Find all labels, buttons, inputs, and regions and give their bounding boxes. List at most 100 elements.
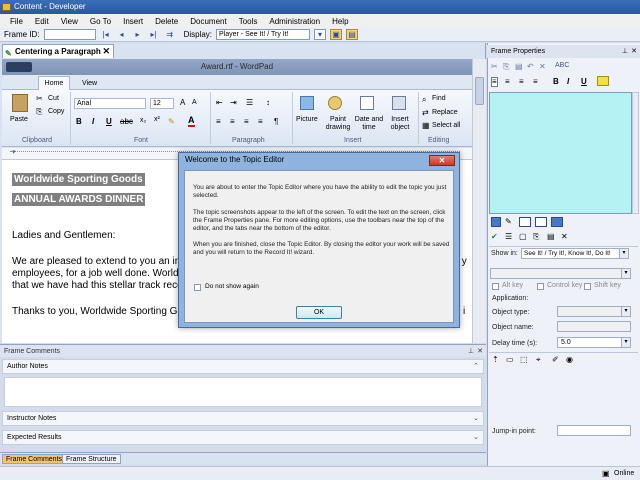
datetime-icon[interactable]	[360, 96, 374, 110]
bubble-text-scrollbar[interactable]	[632, 92, 639, 214]
chevron-down-icon[interactable]: ⌄	[473, 431, 479, 445]
document-tab[interactable]: ✎ Centering a Paragraph ✕	[2, 44, 114, 58]
chevron-down-icon[interactable]: ▾	[621, 307, 630, 316]
grow-font-icon[interactable]: A	[180, 98, 185, 107]
paste-icon[interactable]	[12, 94, 28, 112]
frame-id-field[interactable]	[43, 29, 96, 40]
delete-icon[interactable]: ✕	[539, 62, 546, 71]
show-in-select[interactable]: See It! / Try It!, Know It!, Do It! ▾	[521, 248, 629, 259]
strikethrough-button[interactable]: abc	[120, 117, 133, 126]
chevron-down-icon[interactable]: ⌄	[473, 412, 479, 426]
menu-tools[interactable]: Tools	[233, 17, 264, 26]
font-size-select[interactable]: 12	[150, 98, 174, 109]
line-spacing-icon[interactable]: ↕	[266, 98, 270, 107]
font-name-select[interactable]: Arial	[74, 98, 146, 109]
bold-button[interactable]: B	[553, 77, 559, 86]
chevron-down-icon[interactable]: ▾	[621, 338, 630, 347]
underline-button[interactable]: U	[581, 77, 587, 86]
scrollbar-thumb[interactable]	[475, 77, 484, 105]
author-notes-section[interactable]: Author Notes ⌃	[2, 359, 484, 374]
jump-in-field[interactable]	[557, 425, 631, 436]
close-pane-icon[interactable]: ✕	[631, 45, 637, 58]
align-right-icon[interactable]: ≡	[519, 77, 524, 86]
picture-icon[interactable]	[300, 96, 314, 110]
pointer-icon[interactable]: ⇡	[492, 355, 499, 364]
replace-icon[interactable]: ⇄	[422, 108, 429, 117]
color-icon[interactable]: ✐	[552, 355, 559, 364]
italic-button[interactable]: I	[567, 77, 569, 86]
menu-view[interactable]: View	[55, 17, 84, 26]
tab-frame-structure[interactable]: Frame Structure	[62, 454, 121, 464]
display-dropdown-icon[interactable]: ▾	[314, 29, 327, 40]
object-name-field[interactable]	[557, 321, 631, 332]
picture-button[interactable]: Picture	[296, 116, 318, 123]
menu-document[interactable]: Document	[184, 17, 232, 26]
font-color-icon[interactable]: A	[188, 116, 195, 127]
chevron-up-icon[interactable]: ⌃	[473, 360, 479, 374]
undo-icon[interactable]: ↶	[527, 62, 534, 71]
bold-button[interactable]: B	[76, 117, 82, 126]
indent-marker-icon[interactable]: ▾	[12, 148, 16, 156]
select-all-button[interactable]: Select all	[432, 122, 460, 129]
chevron-down-icon[interactable]: ▾	[619, 249, 628, 258]
wordpad-tab-home[interactable]: Home	[38, 76, 70, 90]
first-frame-icon[interactable]: |◂	[100, 29, 112, 40]
superscript-button[interactable]: x²	[154, 116, 160, 123]
paste-icon[interactable]: ▤	[515, 62, 523, 71]
tab-frame-comments[interactable]: Frame Comments	[2, 454, 67, 464]
pin-icon[interactable]: ⊥	[468, 345, 474, 358]
cut-icon[interactable]: ✂	[36, 94, 43, 103]
frame-icon[interactable]: ▢	[519, 232, 527, 241]
object-type-select[interactable]: ▾	[557, 306, 631, 317]
expected-results-section[interactable]: Expected Results ⌄	[2, 430, 484, 445]
paste-frame-icon[interactable]: ▤	[547, 232, 555, 241]
bullets-icon[interactable]: ☰	[246, 98, 253, 107]
layout-icon[interactable]: ▣	[330, 29, 343, 40]
bubble-style-icon[interactable]	[491, 217, 501, 227]
close-tab-icon[interactable]: ✕	[102, 45, 110, 58]
paste-button[interactable]: Paste	[10, 116, 28, 123]
align-left-icon[interactable]: ≡	[491, 77, 498, 87]
find-icon[interactable]: ⌕	[422, 95, 426, 105]
list-icon[interactable]: ☰	[505, 232, 512, 241]
bubble-size-icon[interactable]	[535, 217, 547, 227]
menu-help[interactable]: Help	[326, 17, 354, 26]
align-center-icon[interactable]: ≡	[230, 117, 235, 126]
shrink-font-icon[interactable]: A	[192, 99, 197, 106]
copy-frame-icon[interactable]: ⎘	[533, 232, 539, 242]
wordpad-app-menu-icon[interactable]	[6, 62, 32, 72]
last-frame-icon[interactable]: ▸|	[148, 29, 160, 40]
bubble-text-editor[interactable]	[489, 92, 632, 214]
paint-icon[interactable]	[328, 96, 342, 110]
dialog-close-button[interactable]: ✕	[429, 155, 455, 166]
pin-icon[interactable]: ⊥	[622, 45, 628, 58]
instructor-notes-section[interactable]: Instructor Notes ⌄	[2, 411, 484, 426]
bubble-pointer-icon[interactable]: ✎	[505, 217, 512, 226]
paragraph-dialog-icon[interactable]: ¶	[274, 117, 278, 126]
italic-button[interactable]: I	[92, 117, 94, 126]
select-all-icon[interactable]: ▦	[422, 121, 430, 130]
menu-goto[interactable]: Go To	[84, 17, 117, 26]
bubble-preview-icon[interactable]	[551, 217, 563, 227]
remove-frame-icon[interactable]: ✕	[561, 232, 568, 241]
rectangle-icon[interactable]: ▭	[506, 355, 514, 364]
next-frame-icon[interactable]: ▸	[132, 29, 144, 40]
wordpad-tab-view[interactable]: View	[82, 77, 97, 90]
justify-icon[interactable]: ≡	[258, 117, 263, 126]
control-key-checkbox[interactable]	[537, 283, 544, 290]
paint-drawing-button[interactable]: Paint drawing	[323, 116, 353, 132]
cut-button[interactable]: Cut	[48, 95, 59, 102]
close-pane-icon[interactable]: ✕	[477, 345, 483, 358]
copy-button[interactable]: Copy	[48, 108, 64, 115]
highlight-icon[interactable]: ✎	[168, 117, 175, 126]
copy-icon[interactable]: ⎘	[503, 62, 509, 72]
align-center-icon[interactable]: ≡	[505, 77, 510, 86]
insert-object-button[interactable]: Insert object	[386, 116, 414, 132]
menu-administration[interactable]: Administration	[263, 17, 326, 26]
action-select[interactable]: ▾	[490, 268, 631, 279]
display-select[interactable]: Player - See It! / Try It!	[216, 29, 311, 40]
do-not-show-checkbox[interactable]	[194, 284, 201, 291]
branch-icon[interactable]: ⇉	[164, 29, 176, 40]
alt-key-checkbox[interactable]	[492, 283, 499, 290]
menu-file[interactable]: File	[4, 17, 29, 26]
